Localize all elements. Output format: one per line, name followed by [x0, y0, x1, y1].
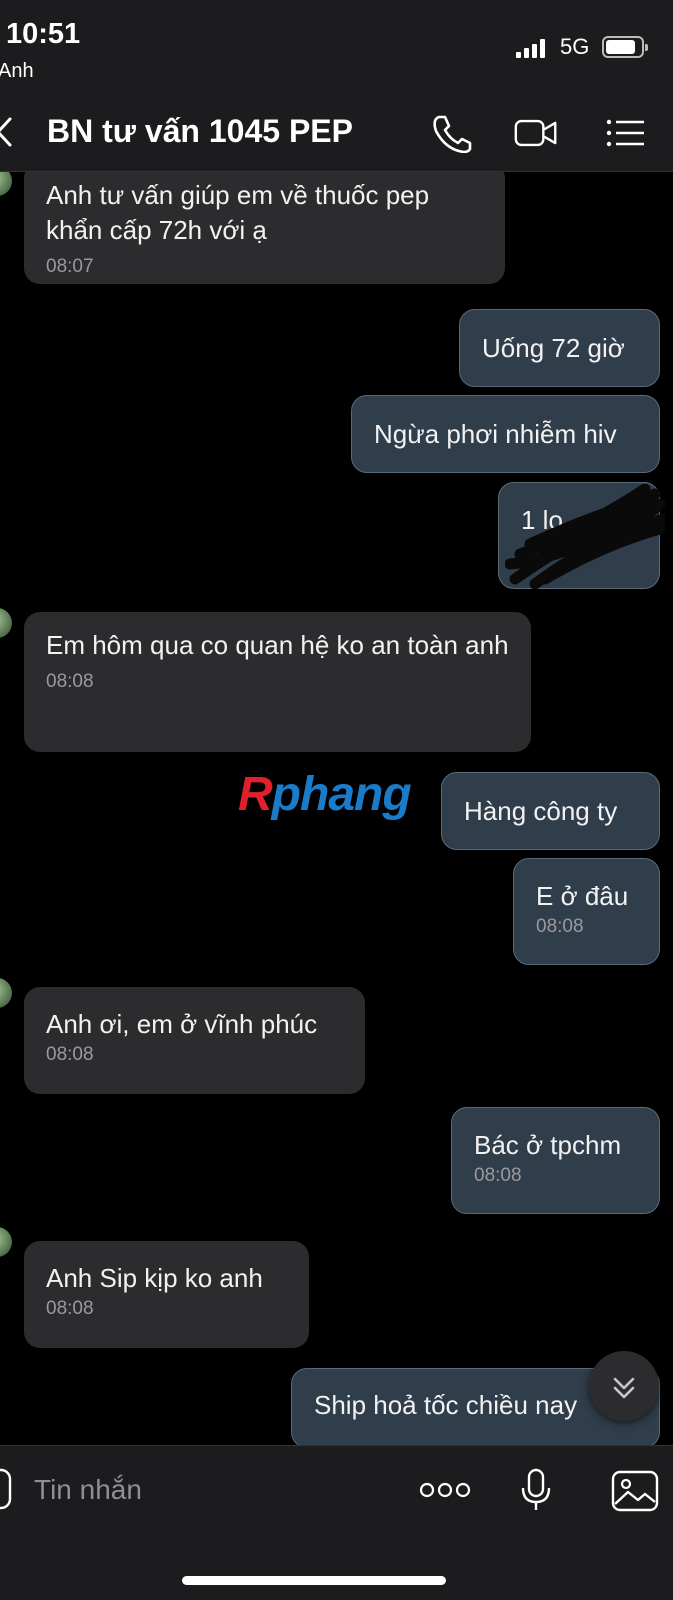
- image-icon[interactable]: [611, 1470, 659, 1512]
- message-text: Anh tư vấn giúp em về thuốc pep khẩn cấp…: [46, 180, 430, 245]
- incoming-message[interactable]: Anh tư vấn giúp em về thuốc pep khẩn cấp…: [24, 172, 505, 284]
- chat-header: BN tư vấn 1045 PEP: [0, 95, 673, 172]
- message-time: 08:08: [46, 1044, 94, 1065]
- battery-icon: [602, 36, 648, 58]
- contact-avatar[interactable]: [0, 608, 12, 638]
- chat-title[interactable]: BN tư vấn 1045 PEP: [47, 113, 353, 150]
- message-time: 08:08: [536, 916, 584, 937]
- attach-icon[interactable]: [0, 1468, 12, 1510]
- message-text: E ở đâu: [536, 881, 629, 911]
- double-chevron-down-icon: [613, 1377, 635, 1399]
- signal-strength-icon: [516, 38, 548, 58]
- back-chevron-icon[interactable]: [0, 117, 16, 147]
- network-type: 5G: [560, 34, 590, 59]
- status-time: 10:51: [6, 18, 81, 50]
- video-call-icon[interactable]: [514, 113, 558, 153]
- message-text: Anh Sip kịp ko anh: [46, 1263, 263, 1293]
- message-text: Em hôm qua co quan hệ ko an toàn anh: [46, 630, 509, 660]
- message-time: 08:07: [46, 256, 94, 277]
- message-input[interactable]: Tin nhắn: [34, 1474, 142, 1506]
- message-time: 08:08: [46, 671, 94, 692]
- back-to-app-label[interactable]: Anh: [0, 60, 34, 83]
- message-text: Anh ơi, em ở vĩnh phúc: [46, 1009, 318, 1039]
- contact-avatar[interactable]: [0, 172, 12, 196]
- redaction-scribble: [505, 484, 665, 589]
- outgoing-message[interactable]: Uống 72 giờ: [459, 309, 660, 387]
- contact-avatar[interactable]: [0, 978, 12, 1008]
- message-list[interactable]: Anh tư vấn giúp em về thuốc pep khẩn cấp…: [0, 172, 673, 1445]
- message-text: Uống 72 giờ: [482, 333, 625, 363]
- message-text: Hàng công ty: [464, 796, 618, 826]
- status-bar: 10:51 Anh 5G: [0, 0, 673, 95]
- home-indicator: [182, 1576, 446, 1585]
- more-dots-icon[interactable]: [419, 1480, 471, 1500]
- scroll-to-bottom-button[interactable]: [589, 1351, 659, 1421]
- message-text: Bác ở tpchm: [474, 1130, 622, 1160]
- contact-avatar[interactable]: [0, 1227, 12, 1257]
- phone-icon[interactable]: [430, 113, 474, 153]
- message-composer: Tin nhắn: [0, 1445, 673, 1600]
- incoming-message[interactable]: Anh Sip kịp ko anh 08:08: [24, 1241, 309, 1348]
- message-time: 08:08: [474, 1165, 522, 1186]
- incoming-message[interactable]: Anh ơi, em ở vĩnh phúc 08:08: [24, 987, 365, 1094]
- message-text: Ngừa phơi nhiễm hiv: [374, 419, 617, 449]
- watermark-logo: Rphang: [238, 768, 412, 821]
- battery-level: [606, 40, 635, 54]
- message-time: 08:08: [46, 1298, 94, 1319]
- outgoing-message[interactable]: Hàng công ty: [441, 772, 660, 850]
- microphone-icon[interactable]: [519, 1468, 553, 1512]
- menu-list-icon[interactable]: [605, 113, 647, 153]
- incoming-message[interactable]: Em hôm qua co quan hệ ko an toàn anh 08:…: [24, 612, 531, 752]
- outgoing-message[interactable]: E ở đâu 08:08: [513, 858, 660, 965]
- outgoing-message[interactable]: Ngừa phơi nhiễm hiv: [351, 395, 660, 473]
- outgoing-message[interactable]: Bác ở tpchm 08:08: [451, 1107, 660, 1214]
